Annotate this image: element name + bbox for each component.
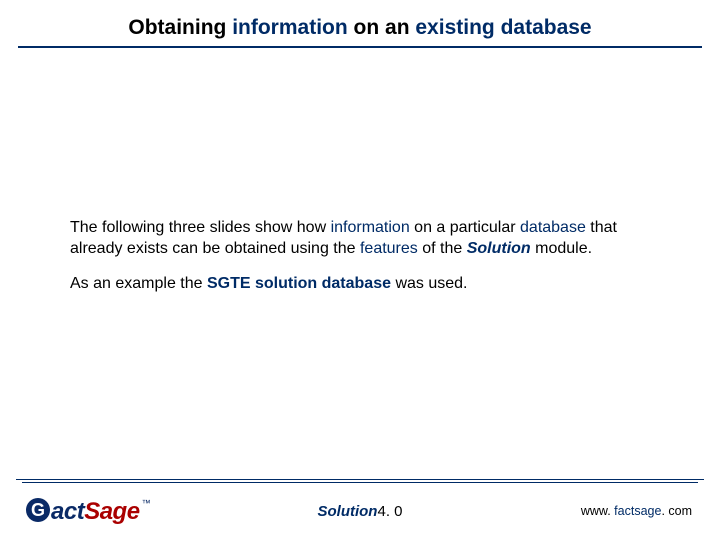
url-c: . com bbox=[661, 504, 692, 518]
title-text-1: Obtaining bbox=[128, 16, 232, 39]
p1-i: module. bbox=[531, 240, 592, 257]
p2-b: SGTE solution database bbox=[207, 275, 391, 292]
p1-c: on a particular bbox=[410, 219, 520, 236]
p1-f: features bbox=[360, 240, 418, 257]
footer-module-name: Solution bbox=[317, 503, 377, 520]
p1-d: database bbox=[520, 219, 586, 236]
p1-a: The following three slides show how bbox=[70, 219, 331, 236]
p2-c: was used. bbox=[391, 275, 467, 292]
page-title: Obtaining information on an existing dat… bbox=[0, 16, 720, 40]
p1-b: information bbox=[331, 219, 410, 236]
footer-version: 4. 0 bbox=[377, 503, 402, 520]
url-a: www. bbox=[581, 504, 614, 518]
footer-rule-outer bbox=[16, 479, 704, 480]
title-text-2: on an bbox=[348, 16, 416, 39]
p1-h: Solution bbox=[467, 240, 531, 257]
paragraph-1: The following three slides show how info… bbox=[70, 218, 650, 260]
paragraph-2: As an example the SGTE solution database… bbox=[70, 274, 650, 295]
title-highlight-2: existing database bbox=[415, 16, 591, 39]
footer-url: www. factsage. com bbox=[581, 504, 692, 518]
p2-a: As an example the bbox=[70, 275, 207, 292]
p1-g: of the bbox=[418, 240, 467, 257]
title-bar: Obtaining information on an existing dat… bbox=[0, 16, 720, 40]
footer: GactSage™ Solution4. 0 www. factsage. co… bbox=[0, 483, 720, 540]
content-area: The following three slides show how info… bbox=[70, 218, 650, 308]
slide: Obtaining information on an existing dat… bbox=[0, 0, 720, 540]
url-b: factsage bbox=[614, 504, 661, 518]
title-rule bbox=[18, 46, 702, 48]
title-highlight-1: information bbox=[232, 16, 348, 39]
